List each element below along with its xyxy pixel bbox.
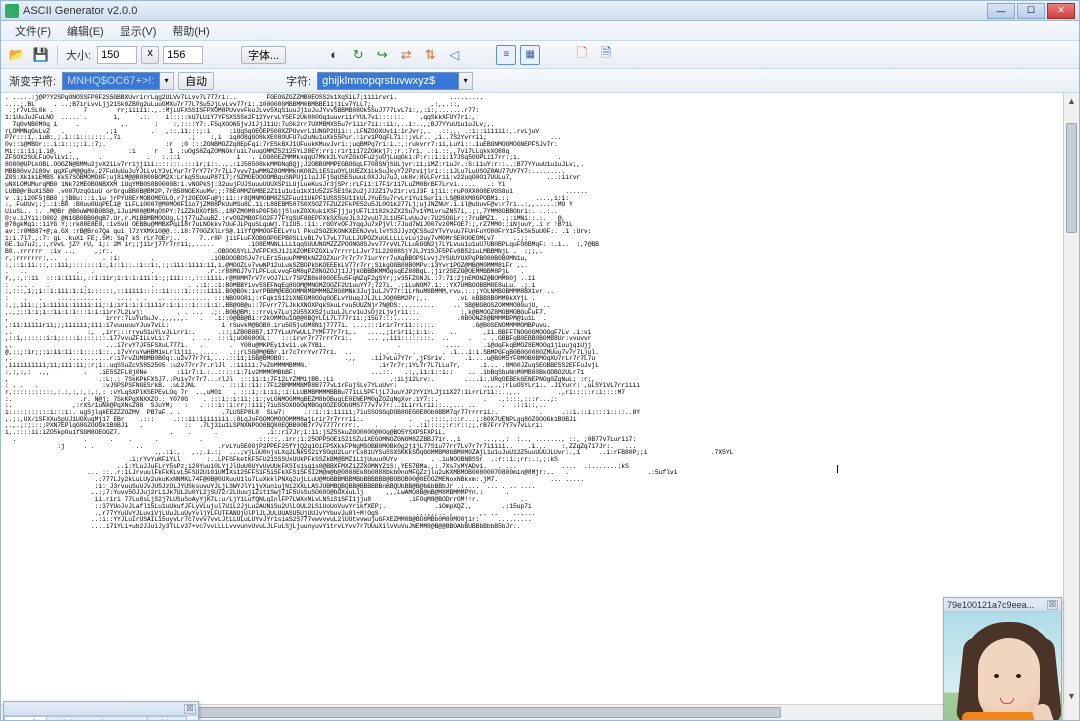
- minimize-button[interactable]: —: [987, 3, 1015, 19]
- content-area: . .....:j@P?Y2SPqONOSSFP0F2S5GBBXUvrirrL…: [1, 93, 1079, 720]
- levels-titlebar[interactable]: ☒: [4, 702, 198, 716]
- doc-icon[interactable]: 🗋: [572, 45, 592, 65]
- maximize-button[interactable]: ☐: [1017, 3, 1045, 19]
- menu-edit[interactable]: 编辑(E): [59, 21, 112, 41]
- toolbar-main: 📂 💾 大小: x 字体... ◐ ↻ ↪ ⇄ ⇅ ◁ ≡ ▦ 🗋 🗎: [1, 41, 1079, 69]
- save-icon[interactable]: 💾: [31, 45, 51, 65]
- menu-help[interactable]: 帮助(H): [164, 21, 217, 41]
- halftone-icon[interactable]: ◐: [324, 45, 344, 65]
- window-title: ASCII Generator v2.0.0: [23, 5, 987, 17]
- close-button[interactable]: ✕: [1047, 3, 1075, 19]
- refresh-icon[interactable]: ↻: [348, 45, 368, 65]
- app-icon: [5, 4, 19, 18]
- levels-panel[interactable]: ☒ Levels Brightness/Contrast Dither: [3, 701, 199, 720]
- flip-v-icon[interactable]: ⇅: [420, 45, 440, 65]
- play-back-icon[interactable]: ◁: [444, 45, 464, 65]
- gradient-input[interactable]: [62, 72, 160, 90]
- preview-panel[interactable]: 79e100121a7c9eea... ☒ Waiting: [943, 597, 1062, 720]
- scroll-up-arrow[interactable]: ▲: [1064, 93, 1079, 109]
- text-caret: [837, 465, 838, 473]
- scroll-down-arrow[interactable]: ▼: [1064, 688, 1079, 704]
- preview-title-text: 79e100121a7c9eea...: [947, 600, 1047, 610]
- open-icon[interactable]: 📂: [7, 45, 27, 65]
- gradient-dropdown[interactable]: ▾: [160, 72, 174, 90]
- charset-input[interactable]: [317, 72, 459, 90]
- scrollbar-vertical[interactable]: ▲ ▼: [1063, 93, 1079, 704]
- ascii-output[interactable]: . .....:j@P?Y2SPqONOSSFP0F2S5GBBXUvrirrL…: [1, 93, 1079, 720]
- flip-h-icon[interactable]: ⇄: [396, 45, 416, 65]
- tab-brightness[interactable]: Brightness/Contrast: [46, 716, 148, 720]
- tab-levels[interactable]: Levels: [4, 716, 47, 720]
- font-button[interactable]: 字体...: [241, 46, 286, 64]
- charset-label: 字符:: [284, 73, 313, 89]
- levels-close-icon[interactable]: ☒: [184, 704, 196, 714]
- view-grid-icon[interactable]: ▦: [520, 45, 540, 65]
- toolbar-chars: 渐变字符: ▾ 自动 字符: ▾: [1, 69, 1079, 93]
- size-label: 大小:: [64, 47, 93, 63]
- gradient-label: 渐变字符:: [7, 73, 58, 89]
- redo-icon[interactable]: ↪: [372, 45, 392, 65]
- charset-dropdown[interactable]: ▾: [459, 72, 473, 90]
- auto-button[interactable]: 自动: [178, 72, 214, 90]
- size-height-input[interactable]: [163, 46, 203, 64]
- menubar: 文件(F) 编辑(E) 显示(V) 帮助(H): [1, 21, 1079, 41]
- preview-titlebar[interactable]: 79e100121a7c9eea... ☒: [944, 598, 1061, 612]
- tab-dither[interactable]: Dither: [147, 716, 188, 720]
- menu-file[interactable]: 文件(F): [7, 21, 59, 41]
- size-x-button[interactable]: x: [141, 46, 159, 64]
- titlebar: ASCII Generator v2.0.0 — ☐ ✕: [1, 1, 1079, 21]
- view-lines-icon[interactable]: ≡: [496, 45, 516, 65]
- size-width-input[interactable]: [97, 46, 137, 64]
- preview-image: Waiting: [944, 612, 1061, 720]
- export-icon[interactable]: 🗎: [596, 45, 616, 65]
- scroll-thumb-v[interactable]: [1066, 123, 1077, 233]
- menu-view[interactable]: 显示(V): [112, 21, 165, 41]
- preview-close-icon[interactable]: ☒: [1047, 600, 1058, 610]
- scroll-corner: [1063, 704, 1079, 720]
